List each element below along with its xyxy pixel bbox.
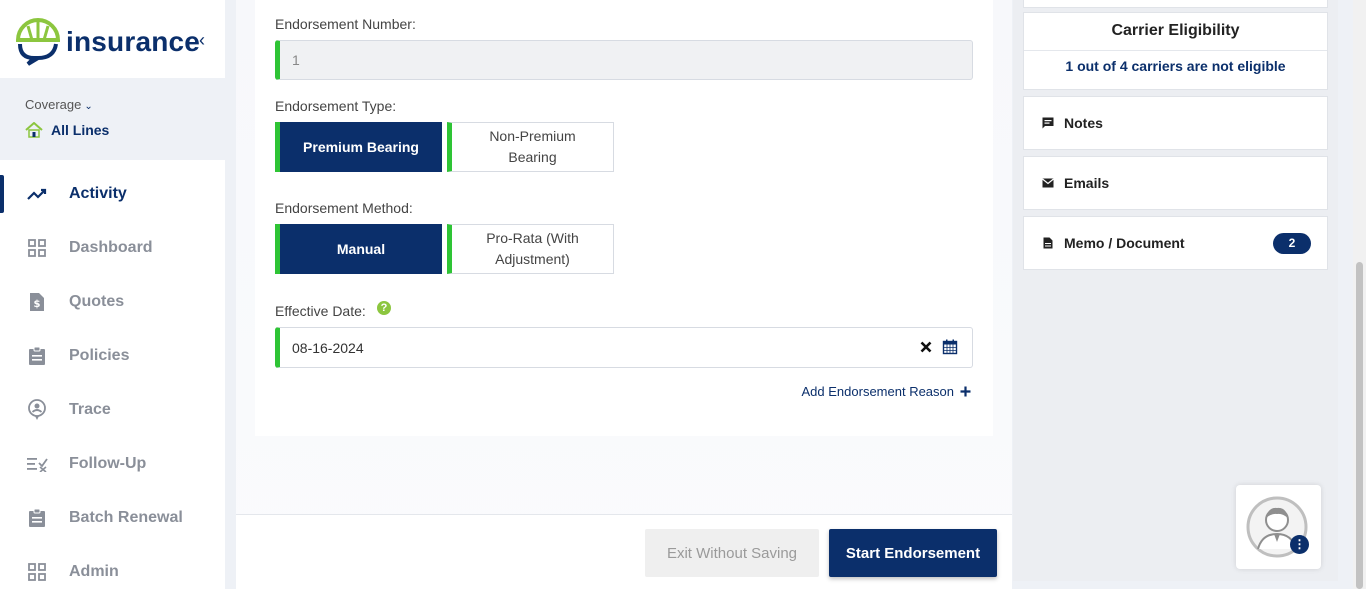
chevron-left-icon[interactable]: ‹ [199,30,205,51]
logo-area: insurance ‹ [0,0,225,78]
date-actions [920,339,958,355]
notes-label: Notes [1064,115,1103,131]
memo-document-label: Memo / Document [1064,235,1185,251]
form-footer: Exit Without Saving Start Endorsement [236,514,1012,589]
endorsement-type-label: Endorsement Type: [275,98,397,114]
effective-date-label: Effective Date: [275,303,366,319]
endorsement-number-label: Endorsement Number: [275,16,416,32]
scrollbar[interactable] [1353,0,1366,589]
quotes-file-icon: $ [26,291,48,313]
memo-document-card[interactable]: Memo / Document 2 [1023,216,1328,270]
sidebar-nav: Activity Dashboard $ Quotes Policies Tra… [0,167,225,589]
top-card-edge [1023,0,1328,8]
notes-card[interactable]: Notes [1023,96,1328,150]
sidebar-item-label: Trace [69,401,111,418]
house-icon [25,122,43,138]
divider [1024,50,1327,51]
follow-up-list-icon [26,453,48,475]
endorsement-method-label: Endorsement Method: [275,200,413,216]
sidebar-item-label: Activity [69,185,127,202]
notes-icon [1042,117,1054,129]
trace-pin-icon [26,399,48,421]
add-endorsement-reason-link[interactable]: Add Endorsement Reason [802,384,971,399]
memo-count-badge: 2 [1273,233,1311,254]
dashboard-grid-icon [26,237,48,259]
sidebar-item-label: Follow-Up [69,455,147,472]
method-manual-button[interactable]: Manual [275,224,442,274]
exit-without-saving-button[interactable]: Exit Without Saving [645,529,819,577]
emails-row[interactable]: Emails [1024,157,1327,209]
effective-date-value: 08-16-2024 [292,339,364,356]
email-envelope-icon [1042,177,1054,189]
batch-clipboard-icon [26,507,48,529]
admin-grid-icon [26,561,48,583]
type-premium-bearing-button[interactable]: Premium Bearing [275,122,442,172]
sidebar-item-label: Quotes [69,293,125,310]
document-icon [1042,237,1054,249]
sidebar-item-follow-up[interactable]: Follow-Up [0,437,225,491]
clear-x-icon[interactable] [920,341,932,353]
sidebar-item-label: Admin [69,563,119,580]
sidebar-item-admin[interactable]: Admin [0,545,225,589]
coverage-label-text: Coverage [25,97,82,112]
assistant-widget[interactable]: ⋮ [1236,485,1321,569]
sidebar-item-dashboard[interactable]: Dashboard [0,221,225,275]
scrollbar-thumb[interactable] [1356,262,1363,589]
endorsement-number-value: 1 [292,52,300,68]
sidebar-item-trace[interactable]: Trace [0,383,225,437]
coverage-label[interactable]: Coverage ⌄ [25,97,93,112]
sidebar-item-label: Batch Renewal [69,509,183,526]
calendar-icon[interactable] [942,339,958,355]
carrier-eligibility-message: 1 out of 4 carriers are not eligible [1065,58,1286,74]
coverage-selector[interactable]: Coverage ⌄ All Lines [0,78,225,160]
endorsement-number-field: 1 [275,40,973,80]
emails-card[interactable]: Emails [1023,156,1328,210]
activity-trend-icon [26,183,48,205]
carrier-eligibility-title: Carrier Eligibility [1111,22,1240,39]
policies-clipboard-icon [26,345,48,367]
umbrella-logo-icon [15,18,61,66]
logo-text: insurance [66,26,201,57]
carrier-eligibility-card[interactable]: Carrier Eligibility 1 out of 4 carriers … [1023,12,1328,90]
method-pro-rata-button[interactable]: Pro-Rata (With Adjustment) [447,224,614,274]
notes-row[interactable]: Notes [1024,97,1327,149]
help-icon[interactable]: ? [377,301,391,315]
sidebar-item-batch-renewal[interactable]: Batch Renewal [0,491,225,545]
sidebar-item-label: Policies [69,347,130,364]
coverage-value-text: All Lines [51,122,110,138]
start-endorsement-button[interactable]: Start Endorsement [829,529,997,577]
emails-label: Emails [1064,175,1110,191]
type-non-premium-bearing-button[interactable]: Non-Premium Bearing [447,122,614,172]
sidebar-item-quotes[interactable]: $ Quotes [0,275,225,329]
sidebar-item-policies[interactable]: Policies [0,329,225,383]
plus-icon [960,386,971,397]
sidebar-item-label: Dashboard [69,239,153,256]
effective-date-input[interactable]: 08-16-2024 [275,327,973,368]
chevron-down-icon: ⌄ [84,101,93,112]
add-endorsement-reason-label: Add Endorsement Reason [801,384,954,399]
sidebar-item-activity[interactable]: Activity [0,167,225,221]
svg-text:$: $ [34,299,41,310]
endorsement-form: Endorsement Number: 1 Endorsement Type: … [255,0,993,436]
coverage-value: All Lines [25,122,109,138]
more-vertical-icon[interactable]: ⋮ [1290,535,1309,554]
sidebar: insurance ‹ Coverage ⌄ All Lines Activity [0,0,225,589]
